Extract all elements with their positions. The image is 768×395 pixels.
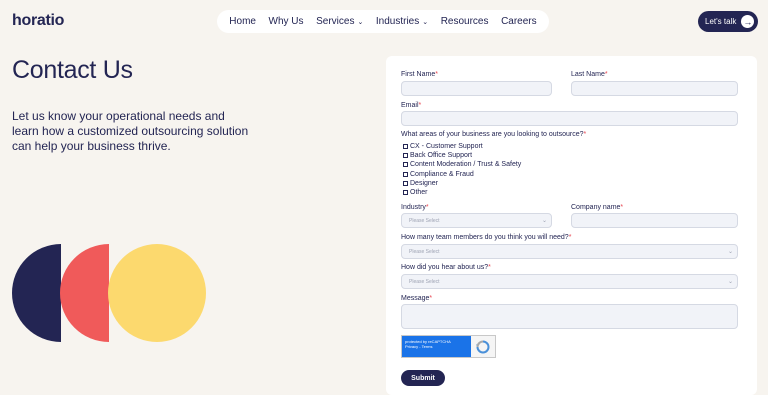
- chevron-down-icon: ⌄: [357, 18, 364, 26]
- nav-item-resources[interactable]: Resources: [441, 16, 489, 27]
- lets-talk-button[interactable]: Let's talk →: [698, 11, 758, 32]
- checkbox-other[interactable]: Other: [403, 189, 428, 196]
- checkbox-icon: [403, 181, 408, 186]
- nav-item-industries[interactable]: Industries ⌄: [376, 16, 428, 27]
- submit-button[interactable]: Submit: [401, 370, 445, 386]
- chevron-down-icon: ⌄: [541, 218, 547, 224]
- company-name-label: Company name*: [571, 204, 624, 211]
- chevron-down-icon: ⌄: [727, 279, 733, 285]
- chevron-down-icon: ⌄: [727, 249, 733, 255]
- recaptcha-icon: [471, 336, 495, 357]
- nav-resources-label: Resources: [440, 16, 489, 27]
- industry-label: Industry*: [401, 204, 429, 211]
- last-name-input[interactable]: [571, 81, 738, 96]
- nav-item-why-us[interactable]: Why Us: [269, 16, 304, 27]
- checkbox-designer[interactable]: Designer: [403, 180, 438, 187]
- first-name-label: First Name*: [401, 71, 438, 78]
- checkbox-back-office[interactable]: Back Office Support: [403, 152, 472, 159]
- outsource-question-label: What areas of your business are you look…: [401, 131, 587, 138]
- recaptcha-widget[interactable]: protected by reCAPTCHA Privacy - Terms: [401, 335, 496, 358]
- yellow-circle: [108, 244, 206, 342]
- hear-about-label: How did you hear about us?*: [401, 264, 491, 271]
- arrow-right-icon: →: [741, 15, 755, 28]
- checkbox-compliance-fraud[interactable]: Compliance & Fraud: [403, 171, 474, 178]
- nav-home-label: Home: [229, 16, 256, 27]
- email-label: Email*: [401, 102, 422, 109]
- page-subtitle: Let us know your operational needs and l…: [12, 109, 249, 153]
- lets-talk-label: Let's talk: [705, 17, 737, 26]
- nav-item-careers[interactable]: Careers: [501, 16, 537, 27]
- last-name-label: Last Name*: [571, 71, 608, 78]
- team-size-label: How many team members do you think you w…: [401, 234, 572, 241]
- recaptcha-links[interactable]: Privacy - Terms: [405, 344, 468, 349]
- company-name-input[interactable]: [571, 213, 738, 228]
- decorative-shapes: [12, 244, 206, 342]
- checkbox-icon: [403, 153, 408, 158]
- team-size-select[interactable]: Please Select ⌄: [401, 244, 738, 259]
- chevron-down-icon: ⌄: [422, 18, 429, 26]
- nav-careers-label: Careers: [501, 16, 537, 27]
- checkbox-icon: [403, 162, 408, 167]
- email-input[interactable]: [401, 111, 738, 126]
- page-title: Contact Us: [12, 56, 133, 84]
- nav-item-services[interactable]: Services ⌄: [316, 16, 363, 27]
- nav-why-us-label: Why Us: [268, 16, 304, 27]
- main-nav: Home Why Us Services ⌄ Industries ⌄ Resour…: [217, 10, 549, 33]
- nav-services-label: Services: [316, 16, 355, 27]
- industry-select[interactable]: Please Select ⌄: [401, 213, 552, 228]
- nav-item-home[interactable]: Home: [229, 16, 256, 27]
- checkbox-icon: [403, 144, 408, 149]
- checkbox-icon: [403, 172, 408, 177]
- recaptcha-badge: protected by reCAPTCHA Privacy - Terms: [402, 336, 471, 357]
- message-label: Message*: [401, 295, 433, 302]
- navy-half-circle: [12, 244, 61, 342]
- coral-half-circle: [60, 244, 109, 342]
- checkbox-content-moderation[interactable]: Content Moderation / Trust & Safety: [403, 161, 521, 168]
- hear-about-select[interactable]: Please Select ⌄: [401, 274, 738, 289]
- checkbox-icon: [403, 190, 408, 195]
- nav-industries-label: Industries: [375, 16, 420, 27]
- first-name-input[interactable]: [401, 81, 552, 96]
- brand-logo[interactable]: horatio: [12, 12, 64, 30]
- message-textarea[interactable]: [401, 304, 738, 329]
- checkbox-cx-support[interactable]: CX - Customer Support: [403, 143, 483, 150]
